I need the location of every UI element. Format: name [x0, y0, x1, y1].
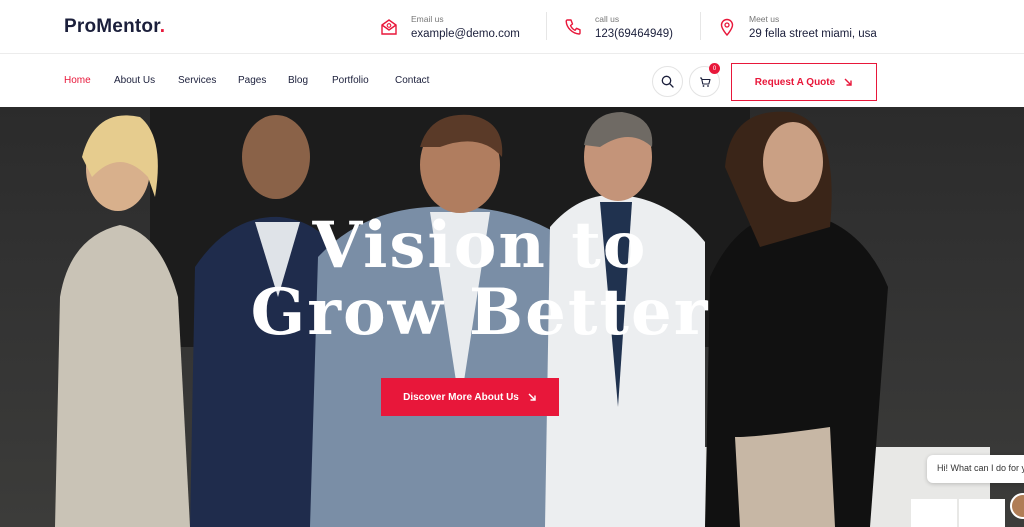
divider — [700, 12, 701, 40]
discover-more-label: Discover More About Us — [403, 391, 519, 403]
nav-contact[interactable]: Contact — [395, 75, 429, 86]
meet-value: 29 fella street miami, usa — [749, 28, 877, 40]
nav-about-us[interactable]: About Us — [114, 75, 155, 86]
meet-label: Meet us — [749, 14, 780, 24]
logo-dot: . — [159, 16, 166, 37]
nav-home[interactable]: Home — [64, 75, 91, 86]
map-pin-icon — [720, 18, 734, 37]
request-quote-label: Request A Quote — [754, 76, 836, 88]
phone-icon — [565, 19, 581, 35]
nav-blog[interactable]: Blog — [288, 75, 308, 86]
call-label: call us — [595, 14, 620, 24]
top-info-bar: ProMentor. Email us example@demo.com cal… — [0, 0, 1024, 54]
envelope-icon — [381, 19, 397, 35]
email-value[interactable]: example@demo.com — [411, 28, 520, 40]
hero-title-line1: Vision to — [312, 208, 648, 283]
meet-info: Meet us 29 fella street miami, usa — [717, 14, 877, 40]
hero-title-line2: Grow Better — [250, 275, 710, 350]
discover-more-button[interactable]: Discover More About Us — [381, 378, 559, 416]
logo[interactable]: ProMentor. — [64, 16, 165, 38]
logo-text: ProMentor — [64, 16, 160, 37]
arrow-down-right-icon — [844, 78, 852, 86]
arrow-down-right-icon — [528, 393, 536, 401]
chat-widget-panel — [911, 499, 957, 527]
email-info: Email us example@demo.com — [379, 14, 520, 40]
call-info: call us 123(69464949) — [563, 14, 673, 40]
request-quote-button[interactable]: Request A Quote — [731, 63, 877, 101]
search-button[interactable] — [652, 66, 683, 97]
email-label: Email us — [411, 14, 444, 24]
main-nav: Home About Us Services Pages Blog Portfo… — [0, 55, 1024, 107]
cart-count-badge: 0 — [709, 63, 720, 74]
divider — [546, 12, 547, 40]
chat-greeting-bubble[interactable]: Hi! What can I do for you? — [927, 455, 1024, 483]
nav-portfolio[interactable]: Portfolio — [332, 75, 369, 86]
chat-widget-panel — [959, 499, 1005, 527]
nav-services[interactable]: Services — [178, 75, 216, 86]
nav-pages[interactable]: Pages — [238, 75, 266, 86]
cart-icon — [699, 76, 711, 87]
search-icon — [661, 75, 674, 88]
call-value[interactable]: 123(69464949) — [595, 28, 673, 40]
hero-section: Vision to Grow Better Discover More Abou… — [0, 107, 1024, 527]
cart-button[interactable]: 0 — [689, 63, 720, 97]
